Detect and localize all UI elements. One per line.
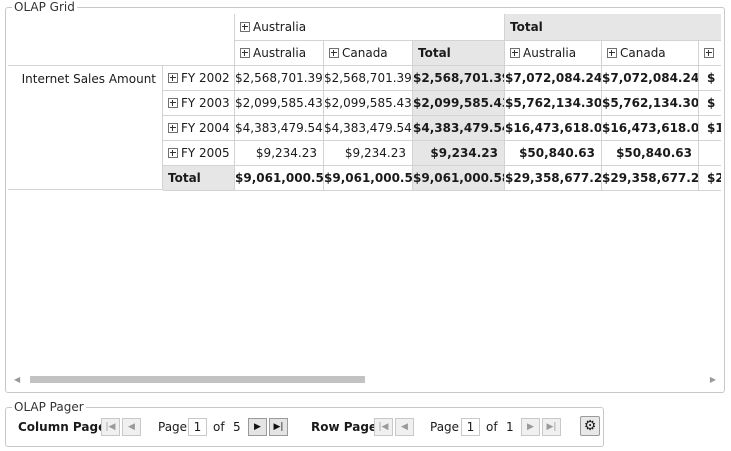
data-cell[interactable]: $7,072,084.24: [602, 66, 699, 91]
last-page-icon: ▶|: [273, 422, 284, 432]
row-last-page-button[interactable]: ▶|: [542, 418, 561, 436]
data-cell[interactable]: $2,568,701.39: [324, 66, 413, 91]
scrollbar-thumb[interactable]: [30, 376, 365, 383]
col-header-total-australia[interactable]: Australia: [505, 41, 602, 66]
column-prev-page-button[interactable]: ◀: [122, 418, 141, 436]
row-pager-label: Row Pager: [311, 420, 383, 434]
expand-icon[interactable]: [168, 73, 178, 83]
data-cell[interactable]: $9,234.23: [235, 141, 324, 166]
data-cell[interactable]: $2,568,701.39: [235, 66, 324, 91]
row-header-fy2003[interactable]: FY 2003: [163, 91, 235, 116]
data-cell[interactable]: $50,840.63: [602, 141, 699, 166]
expand-icon[interactable]: [240, 48, 250, 58]
prev-page-icon: ◀: [128, 422, 135, 432]
col-header-cutoff[interactable]: [699, 41, 721, 66]
first-page-icon: |◀: [378, 422, 389, 432]
data-cell-total[interactable]: $9,234.23: [413, 141, 505, 166]
prev-page-icon: ◀: [401, 422, 408, 432]
data-cell-total[interactable]: $2,099,585.43: [413, 91, 505, 116]
row-header-fy2005[interactable]: FY 2005: [163, 141, 235, 166]
data-cell-total[interactable]: $9,061,000.58: [324, 166, 413, 191]
data-cell[interactable]: $7,072,084.24: [505, 66, 602, 91]
data-cell[interactable]: $9,234.23: [324, 141, 413, 166]
col-header-total: Total: [413, 41, 505, 66]
next-page-icon: ▶: [527, 422, 534, 432]
expand-icon[interactable]: [168, 123, 178, 133]
row-next-page-button[interactable]: ▶: [521, 418, 540, 436]
data-cell-grand-total[interactable]: $9,061,000.58: [413, 166, 505, 191]
gear-icon: ⚙: [583, 418, 597, 434]
row-header-fy2004[interactable]: FY 2004: [163, 116, 235, 141]
data-cell[interactable]: [699, 141, 721, 166]
expand-icon[interactable]: [704, 48, 714, 58]
data-cell[interactable]: $50,840.63: [505, 141, 602, 166]
data-cell[interactable]: $: [699, 91, 721, 116]
olap-grid-panel: OLAP Grid Australia Total Australia Cana…: [5, 0, 725, 393]
olap-grid-legend: OLAP Grid: [12, 0, 77, 14]
column-next-page-button[interactable]: ▶: [248, 418, 267, 436]
column-page-word: Page: [158, 420, 188, 434]
grid-corner-column-gap: [163, 14, 235, 66]
data-cell[interactable]: $16,473,618.05: [602, 116, 699, 141]
column-page-total: 5: [233, 420, 241, 434]
data-cell[interactable]: $1: [699, 116, 721, 141]
expand-icon[interactable]: [329, 48, 339, 58]
row-prev-page-button[interactable]: ◀: [395, 418, 414, 436]
column-first-page-button[interactable]: |◀: [101, 418, 120, 436]
next-page-icon: ▶: [254, 422, 261, 432]
horizontal-scrollbar[interactable]: ◀ ▶: [14, 374, 716, 386]
data-cell-total[interactable]: $2,568,701.39: [413, 66, 505, 91]
row-first-page-button[interactable]: |◀: [374, 418, 393, 436]
expand-icon[interactable]: [168, 98, 178, 108]
col-header-canada[interactable]: Canada: [324, 41, 413, 66]
expand-icon[interactable]: [607, 48, 617, 58]
data-cell[interactable]: $4,383,479.54: [235, 116, 324, 141]
data-cell-total[interactable]: $9,061,000.58: [235, 166, 324, 191]
data-cell-total[interactable]: $4,383,479.54: [413, 116, 505, 141]
row-header-total: Total: [163, 166, 235, 191]
row-page-total: 1: [506, 420, 514, 434]
data-cell-total[interactable]: $29,358,677.22: [505, 166, 602, 191]
row-header-fy2002[interactable]: FY 2002: [163, 66, 235, 91]
data-cell-total[interactable]: $29,358,677.22: [602, 166, 699, 191]
col-header-total-group: Total: [505, 14, 721, 41]
data-cell[interactable]: $5,762,134.30: [602, 91, 699, 116]
column-of-word: of: [213, 420, 225, 434]
expand-icon[interactable]: [168, 148, 178, 158]
scroll-left-icon[interactable]: ◀: [14, 375, 20, 385]
row-of-word: of: [486, 420, 498, 434]
settings-button[interactable]: ⚙: [580, 416, 600, 436]
row-page-input[interactable]: 1: [461, 418, 480, 436]
data-cell-total[interactable]: $2: [699, 166, 721, 191]
row-page-word: Page: [430, 420, 460, 434]
olap-pager-panel: OLAP Pager Column Pager |◀ ◀ Page 1 of 5…: [5, 400, 604, 447]
data-cell[interactable]: $16,473,618.05: [505, 116, 602, 141]
data-cell[interactable]: $2,099,585.43: [324, 91, 413, 116]
data-cell[interactable]: $: [699, 66, 721, 91]
column-last-page-button[interactable]: ▶|: [269, 418, 288, 436]
col-header-total-canada[interactable]: Canada: [602, 41, 699, 66]
column-pager-label: Column Pager: [18, 420, 113, 434]
last-page-icon: ▶|: [546, 422, 557, 432]
olap-grid: Australia Total Australia Canada Total A…: [8, 14, 721, 374]
data-cell[interactable]: $2,099,585.43: [235, 91, 324, 116]
col-header-australia-group[interactable]: Australia: [235, 14, 505, 41]
col-header-australia[interactable]: Australia: [235, 41, 324, 66]
row-header-measure: Internet Sales Amount: [8, 66, 163, 190]
data-cell[interactable]: $5,762,134.30: [505, 91, 602, 116]
expand-icon[interactable]: [510, 48, 520, 58]
expand-icon[interactable]: [240, 22, 250, 32]
first-page-icon: |◀: [105, 422, 116, 432]
data-cell[interactable]: $4,383,479.54: [324, 116, 413, 141]
column-page-input[interactable]: 1: [188, 418, 207, 436]
scroll-right-icon[interactable]: ▶: [710, 375, 716, 385]
